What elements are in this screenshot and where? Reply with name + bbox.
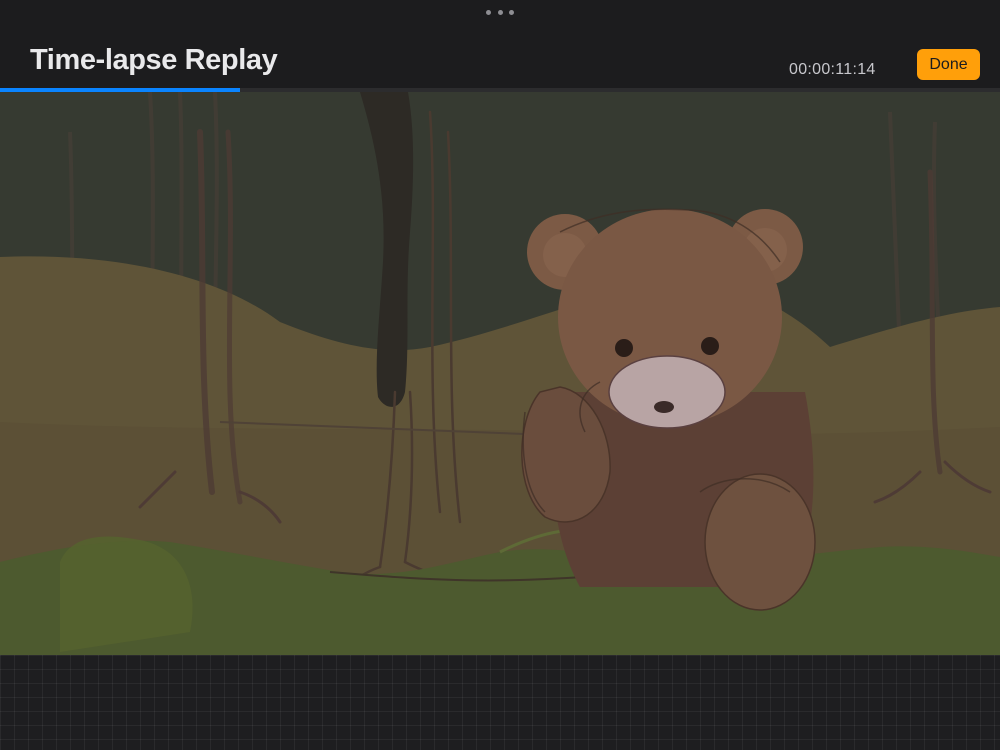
playback-timestamp: 00:00:11:14 bbox=[789, 61, 876, 78]
replay-canvas[interactable] bbox=[0, 92, 1000, 655]
bottom-grid-panel bbox=[0, 655, 1000, 750]
page-title: Time-lapse Replay bbox=[30, 44, 278, 76]
ellipsis-icon[interactable] bbox=[486, 5, 514, 19]
dot bbox=[486, 9, 491, 15]
top-bar: Time-lapse Replay 00:00:11:14 Done bbox=[0, 0, 1000, 90]
artwork-illustration bbox=[0, 92, 1000, 655]
done-button[interactable]: Done bbox=[917, 49, 980, 80]
dot bbox=[497, 9, 503, 15]
dot bbox=[509, 9, 514, 15]
